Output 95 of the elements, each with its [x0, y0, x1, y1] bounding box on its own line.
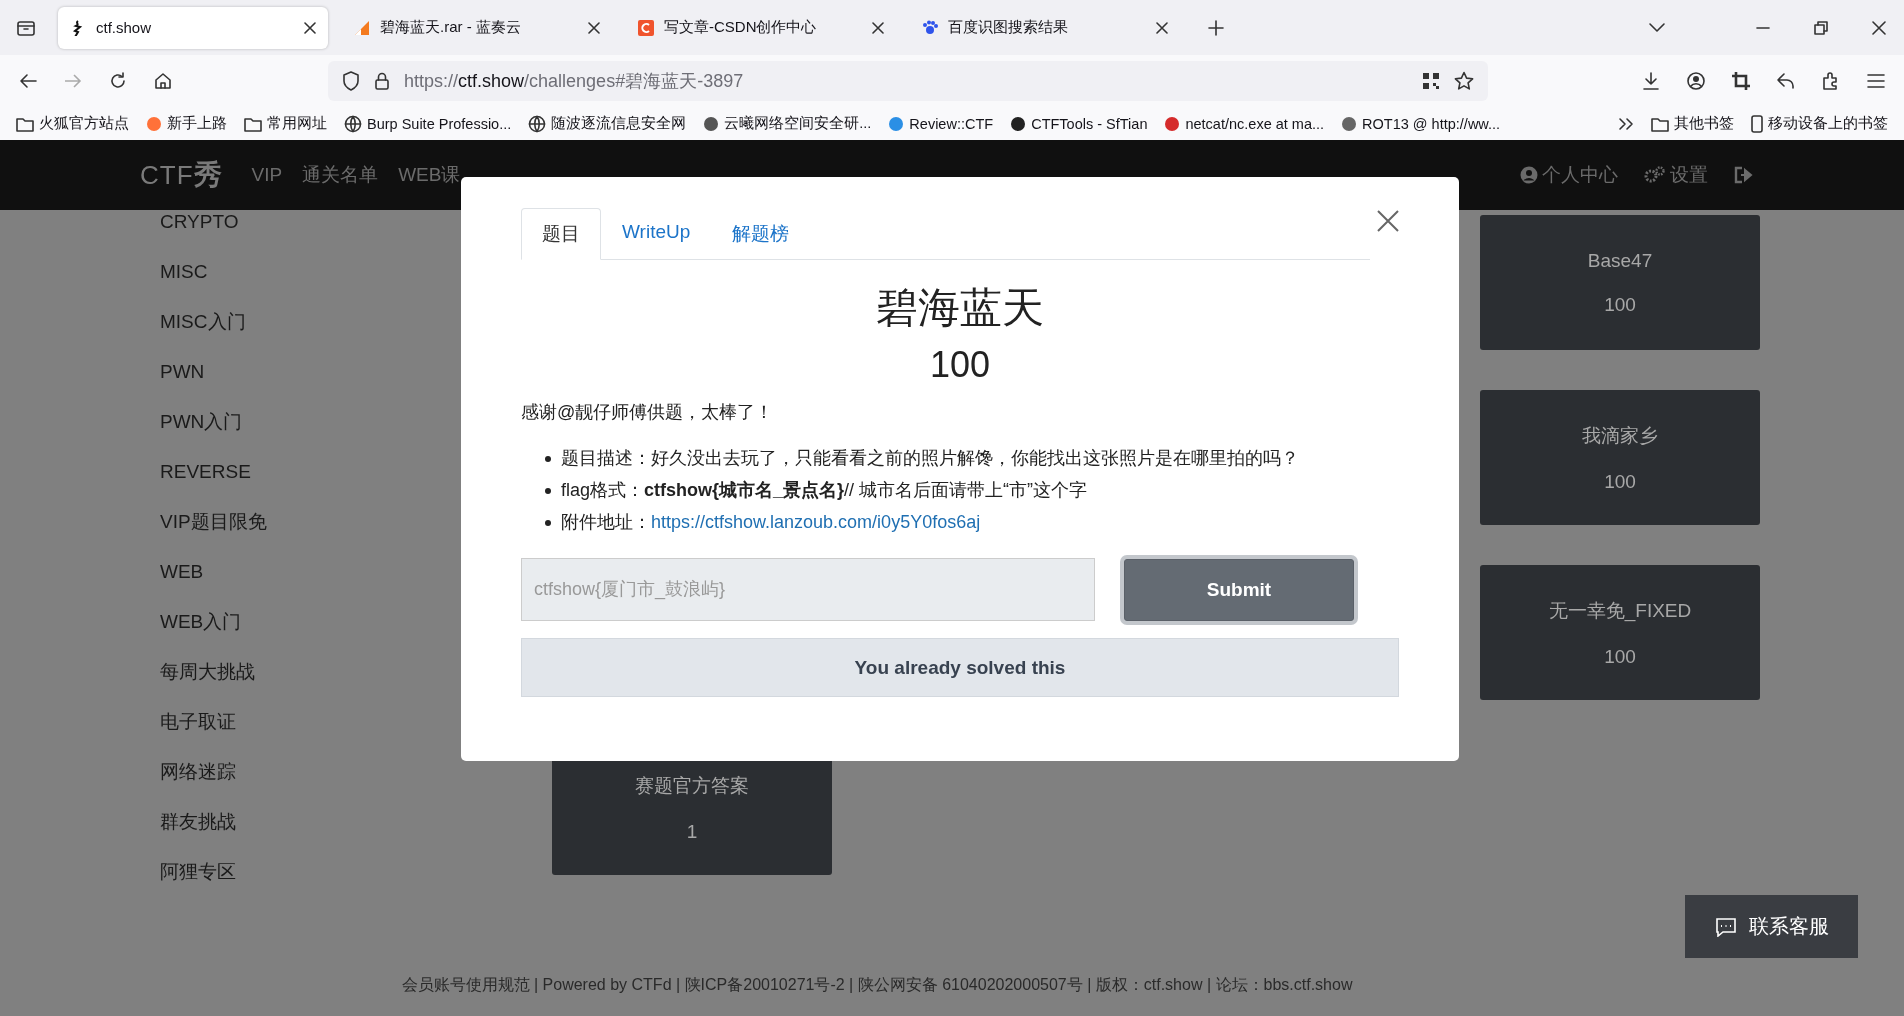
- site-favicon-icon: [1341, 115, 1358, 132]
- dialog-tab[interactable]: 题目: [521, 208, 601, 260]
- tab-favicon-icon: [354, 19, 370, 36]
- gears-icon: [1644, 166, 1666, 184]
- description-text: flag格式：ctfshow{城市名_景点名}// 城市名后面请带上“市”这个字: [561, 480, 1088, 500]
- attachment-link[interactable]: https://ctfshow.lanzoub.com/i0y5Y0fos6aj: [651, 512, 981, 532]
- bookmark-item[interactable]: 移动设备上的书签: [1751, 114, 1888, 133]
- challenge-points: 100: [1604, 470, 1636, 493]
- menu-icon[interactable]: [1866, 71, 1886, 91]
- tab-favicon-icon: [638, 19, 654, 36]
- bookmark-item[interactable]: ROT13 @ http://ww...: [1341, 115, 1501, 132]
- restore-icon[interactable]: [1814, 20, 1828, 35]
- chat-icon: [1714, 916, 1737, 937]
- reload-icon[interactable]: [108, 71, 128, 91]
- close-icon[interactable]: [1377, 210, 1399, 232]
- folder-icon: [244, 115, 262, 132]
- user-circle-icon: [1520, 166, 1538, 184]
- dialog-tab[interactable]: 解题榜: [711, 208, 811, 260]
- bullet-icon: [545, 488, 551, 494]
- nav-link[interactable]: 设置: [1644, 162, 1708, 188]
- undo-icon[interactable]: [1776, 71, 1796, 91]
- description-text: 题目描述：好久没出去玩了，只能看看之前的照片解馋，你能找出这张照片是在哪里拍的吗？: [561, 448, 1299, 468]
- folder-icon: [1651, 115, 1669, 132]
- bookmark-item[interactable]: Review::CTF: [888, 115, 994, 132]
- challenge-points: 100: [1604, 293, 1636, 316]
- nav-link[interactable]: WEB课: [398, 162, 461, 188]
- challenge-name: 我滴家乡: [1582, 423, 1658, 448]
- bookmark-item[interactable]: 云曦网络空间安全研...: [703, 114, 872, 133]
- site-favicon-icon: [1164, 115, 1181, 132]
- phone-icon: [1751, 114, 1763, 133]
- home-icon[interactable]: [153, 71, 173, 91]
- bookmark-item[interactable]: 新手上路: [146, 114, 227, 133]
- address-bar[interactable]: https://ctf.show/challenges#碧海蓝天-3897: [328, 61, 1488, 101]
- close-icon[interactable]: [1156, 21, 1168, 34]
- category-link[interactable]: 网络迷踪: [160, 747, 552, 797]
- category-link[interactable]: 阿狸专区: [160, 847, 552, 897]
- logout-icon[interactable]: [1734, 166, 1754, 184]
- nav-link[interactable]: 个人中心: [1520, 162, 1618, 188]
- nav-link[interactable]: 通关名单: [302, 162, 379, 188]
- chevrons-right-icon[interactable]: [1618, 116, 1634, 131]
- challenge-card[interactable]: 我滴家乡 100: [1480, 390, 1760, 525]
- challenge-name: 赛题官方答案: [635, 773, 749, 798]
- close-icon[interactable]: [588, 21, 600, 34]
- challenge-name: Base47: [1587, 249, 1653, 272]
- bookmark-item[interactable]: CTFTools - SfTian: [1010, 115, 1148, 132]
- solved-alert: You already solved this: [521, 638, 1399, 697]
- close-icon[interactable]: [872, 21, 884, 34]
- dialog-tab[interactable]: WriteUp: [601, 208, 712, 260]
- challenge-name: 无一幸免_FIXED: [1548, 598, 1692, 624]
- site-logo[interactable]: CTF秀: [140, 156, 222, 194]
- folder-icon: [16, 115, 34, 132]
- bookmark-item[interactable]: 火狐官方站点: [16, 114, 129, 133]
- challenge-points: 100: [928, 344, 992, 386]
- bookmark-item[interactable]: Burp Suite Professio...: [344, 114, 512, 133]
- category-link[interactable]: 群友挑战: [160, 797, 552, 847]
- bullet-icon: [545, 520, 551, 526]
- close-icon[interactable]: [1872, 20, 1886, 35]
- challenge-card[interactable]: 无一幸免_FIXED 100: [1480, 565, 1760, 700]
- bookmark-item[interactable]: 其他书签: [1651, 114, 1734, 133]
- browser-tab[interactable]: ctf.show: [58, 6, 328, 49]
- site-favicon-icon: [703, 115, 720, 132]
- nav-link[interactable]: VIP: [251, 164, 283, 186]
- account-icon[interactable]: [1686, 71, 1706, 91]
- challenge-card[interactable]: Base47 100: [1480, 215, 1760, 350]
- browser-tab[interactable]: 百度识图搜索结果: [910, 6, 1180, 49]
- globe-icon: [344, 114, 362, 133]
- back-icon[interactable]: [18, 71, 38, 91]
- lock-icon: [374, 71, 390, 91]
- star-icon[interactable]: [1454, 71, 1474, 91]
- globe-icon: [528, 114, 547, 133]
- description-text: 附件地址：: [561, 512, 651, 532]
- site-favicon-icon: [146, 115, 162, 132]
- site-favicon-icon: [888, 115, 905, 132]
- download-icon[interactable]: [1641, 71, 1661, 91]
- bullet-icon: [545, 456, 551, 462]
- chevron-down-icon[interactable]: [1648, 21, 1666, 34]
- close-icon[interactable]: [304, 21, 316, 34]
- description-text: 感谢@靓仔师傅供题，太棒了！: [521, 401, 775, 424]
- site-favicon-icon: [1010, 115, 1027, 132]
- contact-button[interactable]: 联系客服: [1685, 895, 1858, 958]
- qr-code-icon[interactable]: [1422, 72, 1440, 90]
- url-text: https://ctf.show/challenges#碧海蓝天-3897: [404, 70, 744, 93]
- footer-text: 会员账号使用规范 | Powered by CTFd | 陕ICP备20010271号-2 | 陕公网安备 61040202000507号 | 版权：ctf.show | 论坛：bbs.ctf.show: [400, 975, 1354, 995]
- browser-tab[interactable]: 碧海蓝天.rar - 蓝奏云: [342, 6, 612, 49]
- challenge-points: 1: [686, 820, 698, 843]
- shield-icon: [342, 71, 360, 91]
- bookmark-item[interactable]: 常用网址: [244, 114, 327, 133]
- bookmark-item[interactable]: 随波逐流信息安全网: [528, 114, 687, 133]
- challenge-title: 碧海蓝天: [875, 283, 1045, 333]
- bookmark-item[interactable]: netcat/nc.exe at ma...: [1164, 115, 1325, 132]
- tab-favicon-icon: [922, 19, 938, 36]
- crop-icon[interactable]: [1731, 71, 1751, 91]
- new-tab-icon[interactable]: [1208, 19, 1224, 36]
- challenge-points: 100: [1604, 645, 1636, 668]
- browser-tab[interactable]: 写文章-CSDN创作中心: [626, 6, 896, 49]
